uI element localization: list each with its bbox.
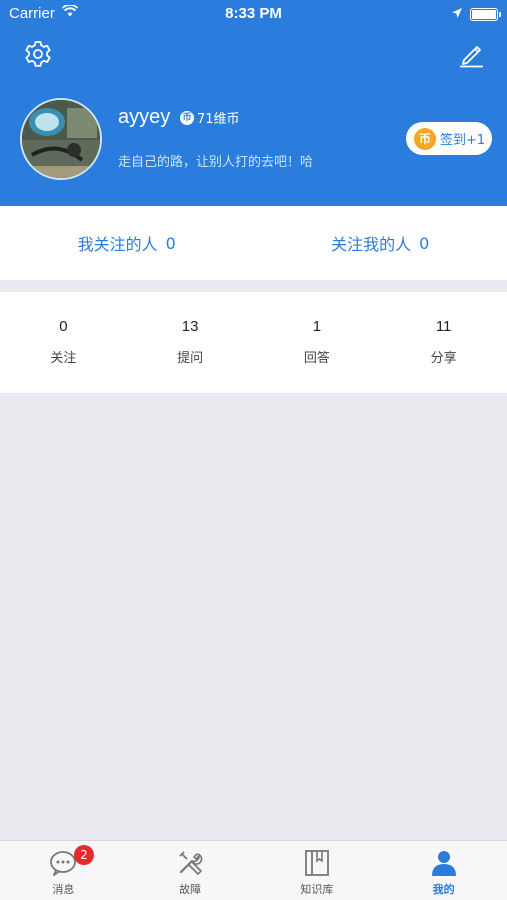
tab-label: 知识库 xyxy=(300,883,334,896)
coin-amount: 71维币 xyxy=(197,112,240,127)
tab-bar: 2 消息 故障 知识库 我的 xyxy=(0,840,507,900)
tab-messages[interactable]: 2 消息 xyxy=(0,841,127,900)
following-link[interactable]: 我关注的人 0 xyxy=(0,206,254,280)
stat-label: 分享 xyxy=(430,351,457,366)
avatar-photo xyxy=(22,100,100,178)
coin-icon: 币 xyxy=(180,110,194,125)
status-bar: Carrier 8:33 PM xyxy=(0,0,507,28)
stat-label: 回答 xyxy=(303,351,330,366)
stat-value: 11 xyxy=(435,318,452,335)
following-label: 我关注的人 xyxy=(77,235,158,254)
coin-icon: 币 xyxy=(414,127,436,150)
stat-value: 1 xyxy=(312,318,322,335)
checkin-button[interactable]: 币 签到+1 xyxy=(406,122,492,155)
stat-questions[interactable]: 13 提问 xyxy=(127,292,254,393)
stat-value: 13 xyxy=(181,318,199,335)
battery-icon xyxy=(470,8,501,21)
stat-answers[interactable]: 1 回答 xyxy=(254,292,381,393)
person-icon xyxy=(431,851,456,876)
coin-balance: 币 71维币 xyxy=(180,108,240,127)
pencil-icon xyxy=(460,46,483,68)
gear-icon xyxy=(25,41,51,67)
following-count: 0 xyxy=(165,233,176,253)
clock: 8:33 PM xyxy=(225,5,282,22)
followers-label: 关注我的人 xyxy=(331,235,412,254)
username: ayyey xyxy=(118,106,171,128)
checkin-label: 签到+1 xyxy=(440,133,486,148)
tab-label: 故障 xyxy=(179,883,202,896)
stat-shares[interactable]: 11 分享 xyxy=(380,292,507,393)
tab-label: 我的 xyxy=(432,883,455,896)
user-bio: 走自己的路，让别人打的去吧！哈 xyxy=(118,155,314,170)
tab-me[interactable]: 我的 xyxy=(380,841,507,900)
stats-row: 0 关注 13 提问 1 回答 11 分享 xyxy=(0,292,507,393)
stat-follows[interactable]: 0 关注 xyxy=(0,292,127,393)
followers-count: 0 xyxy=(419,233,430,253)
book-icon xyxy=(304,850,329,876)
tab-label: 消息 xyxy=(52,883,75,896)
tab-knowledge-base[interactable]: 知识库 xyxy=(254,841,381,900)
avatar[interactable] xyxy=(20,98,102,180)
followers-link[interactable]: 关注我的人 0 xyxy=(254,206,507,280)
stat-label: 提问 xyxy=(177,351,204,366)
tools-icon xyxy=(179,851,203,875)
tab-faults[interactable]: 故障 xyxy=(127,841,254,900)
profile-header: Carrier 8:33 PM ayyey 币 71维币 走自己的路，让别人打的… xyxy=(0,0,507,206)
follow-row: 我关注的人 0 关注我的人 0 xyxy=(0,206,507,280)
stat-label: 关注 xyxy=(50,351,77,366)
location-arrow-icon xyxy=(451,7,463,23)
edit-button[interactable] xyxy=(455,38,487,70)
settings-button[interactable] xyxy=(22,38,54,70)
stat-value: 0 xyxy=(59,318,68,335)
unread-badge: 2 xyxy=(74,845,94,865)
